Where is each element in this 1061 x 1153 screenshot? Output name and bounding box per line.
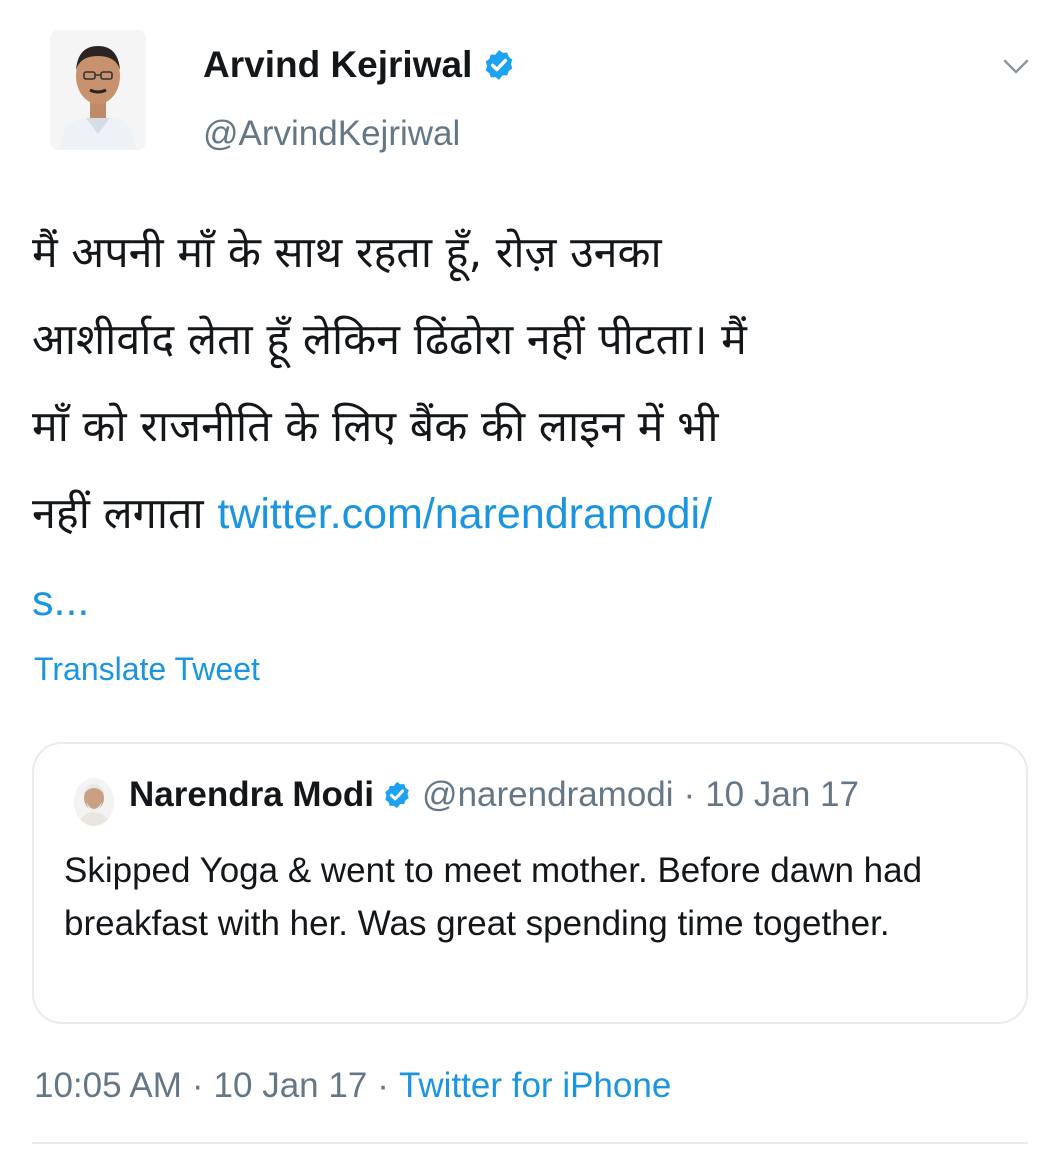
separator: · <box>377 1066 389 1105</box>
quoted-author-handle[interactable]: @narendramodi <box>422 775 674 815</box>
tweet-text-line: आशीर्वाद लेता हूँ लेकिन ढिंढोरा नहीं पीट… <box>32 315 747 365</box>
quoted-tweet-text: Skipped Yoga & went to meet mother. Befo… <box>64 851 923 943</box>
author-name-row[interactable]: Arvind Kejriwal <box>203 44 516 86</box>
divider <box>32 1142 1028 1144</box>
verified-badge-icon <box>385 781 409 809</box>
quoted-header: Narendra Modi @narendramodi · 10 Jan 17 <box>129 775 859 815</box>
quoted-tweet-card[interactable]: Narendra Modi @narendramodi · 10 Jan 17 … <box>32 742 1028 1024</box>
tweet-text-line: नहीं लगाता <box>32 489 218 539</box>
tweet-link[interactable]: twitter.com/narendramodi/ <box>217 490 712 538</box>
author-handle[interactable]: @ArvindKejriwal <box>203 114 460 154</box>
quoted-date: 10 Jan 17 <box>705 775 859 814</box>
person-avatar-icon <box>74 778 114 826</box>
quoted-author-avatar[interactable] <box>74 778 114 826</box>
tweet-source[interactable]: Twitter for iPhone <box>399 1066 671 1105</box>
tweet-text-line: मैं अपनी माँ के साथ रहता हूँ, रोज़ उनका <box>32 228 662 278</box>
translate-tweet-link[interactable]: Translate Tweet <box>34 651 260 688</box>
separator: · <box>191 1066 204 1105</box>
tweet-text: मैं अपनी माँ के साथ रहता हूँ, रोज़ उनका … <box>32 210 1022 645</box>
tweet-text-line-with-link: नहीं लगाता twitter.com/narendramodi/ <box>32 471 1022 558</box>
person-avatar-icon <box>50 30 146 150</box>
tweet-text-line: माँ को राजनीति के लिए बैंक की लाइन में भ… <box>32 402 719 452</box>
author-avatar[interactable] <box>50 30 146 150</box>
chevron-down-icon[interactable] <box>1003 58 1029 76</box>
tweet-metadata: 10:05 AM · 10 Jan 17 · Twitter for iPhone <box>34 1066 671 1106</box>
separator: · <box>683 775 696 814</box>
tweet-link-continuation[interactable]: s... <box>32 577 89 625</box>
tweet-time[interactable]: 10:05 AM <box>34 1066 182 1105</box>
verified-badge-icon <box>486 50 513 80</box>
tweet-date[interactable]: 10 Jan 17 <box>214 1066 368 1105</box>
author-name[interactable]: Arvind Kejriwal <box>203 44 472 86</box>
quoted-author-name[interactable]: Narendra Modi <box>129 775 374 815</box>
